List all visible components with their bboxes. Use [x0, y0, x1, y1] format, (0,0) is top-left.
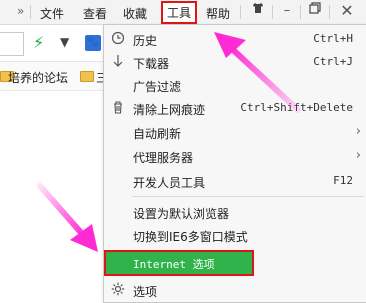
divider [300, 5, 301, 19]
clock-icon [110, 31, 126, 47]
menu-item-label: 自动刷新 [133, 127, 182, 141]
tools-dropdown-menu: 历史 Ctrl+H 下载器 Ctrl+J 广告过滤 清除上网痕迹 Ctrl+Sh… [103, 24, 366, 303]
menu-item-label: 切换到IE6多窗口模式 [133, 230, 248, 244]
menu-item-label: 代理服务器 [133, 151, 194, 165]
bookmark-item[interactable]: 培养的论坛 [8, 69, 68, 86]
menu-item-auto-refresh[interactable]: 自动刷新 › [104, 121, 366, 143]
folder-icon [80, 71, 94, 82]
arrow-to-internet-options [37, 183, 98, 252]
paw-icon[interactable]: 🐾 [85, 35, 101, 51]
menu-item-set-default-browser[interactable]: 设置为默认浏览器 [104, 201, 366, 223]
menu-file[interactable]: 文件 [40, 5, 64, 22]
menu-item-clear-traces[interactable]: 清除上网痕迹 Ctrl+Shift+Delete [104, 97, 366, 119]
restore-icon[interactable] [304, 2, 326, 20]
shortcut-text: Ctrl+H [313, 32, 353, 45]
menu-bar: » 文件 查看 收藏 工具 帮助 – ✕ [0, 0, 366, 25]
divider [30, 5, 31, 19]
download-icon [110, 54, 126, 70]
menu-item-label: 广告过滤 [133, 80, 182, 94]
menu-item-label: 下载器 [133, 57, 170, 71]
menu-item-history[interactable]: 历史 Ctrl+H [104, 28, 366, 50]
chevron-right-icon: › [355, 148, 361, 163]
chevron-right-icon[interactable]: » [17, 4, 24, 18]
close-icon[interactable]: ✕ [336, 2, 358, 20]
menu-item-proxy[interactable]: 代理服务器 › [104, 145, 366, 167]
menu-item-label: Internet 选项 [133, 258, 215, 271]
menu-item-label: 清除上网痕迹 [133, 103, 206, 117]
divider [240, 5, 241, 19]
menu-item-label: 历史 [133, 34, 158, 48]
menu-view[interactable]: 查看 [83, 5, 107, 22]
menu-item-internet-options[interactable]: Internet 选项 [104, 250, 254, 276]
menu-help[interactable]: 帮助 [206, 5, 230, 22]
menu-item-dev-tools[interactable]: 开发人员工具 F12 [104, 170, 366, 192]
shortcut-text: Ctrl+J [313, 55, 353, 68]
menu-tools[interactable]: 工具 [161, 1, 198, 24]
divider [272, 5, 273, 19]
chevron-right-icon: › [355, 124, 361, 139]
menu-favorites[interactable]: 收藏 [123, 5, 147, 22]
shortcut-text: Ctrl+Shift+Delete [240, 101, 353, 114]
menu-item-ad-filter[interactable]: 广告过滤 [104, 74, 366, 96]
minimize-icon[interactable]: – [276, 2, 298, 20]
shirt-icon[interactable] [247, 2, 269, 20]
gear-icon [110, 282, 126, 298]
menu-item-downloader[interactable]: 下载器 Ctrl+J [104, 51, 366, 73]
chevron-down-icon[interactable]: ▼ [60, 35, 69, 49]
menu-item-ie6-mode[interactable]: 切换到IE6多窗口模式 [104, 224, 366, 246]
menu-item-label: 选项 [133, 285, 158, 299]
shortcut-text: F12 [333, 174, 353, 187]
menu-item-label: 设置为默认浏览器 [133, 207, 230, 221]
lightning-icon[interactable]: ⚡ [33, 33, 44, 52]
divider [329, 5, 330, 19]
trash-icon [110, 100, 126, 116]
address-input[interactable] [0, 32, 24, 56]
menu-item-label: 开发人员工具 [133, 176, 206, 190]
menu-divider [132, 196, 364, 197]
menu-item-options[interactable]: 选项 [104, 279, 366, 301]
